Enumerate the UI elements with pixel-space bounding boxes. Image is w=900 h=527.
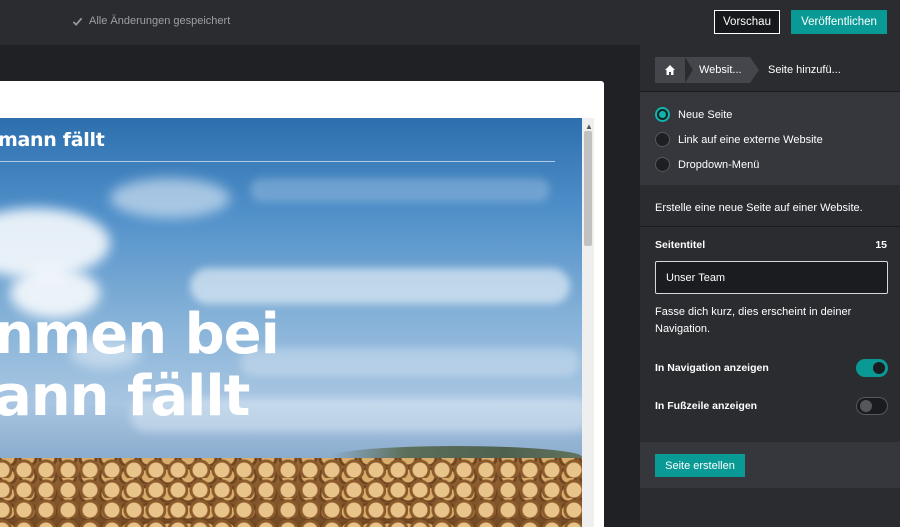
- hero-divider: [0, 161, 555, 162]
- footer-toggle-label: In Fußzeile anzeigen: [655, 400, 758, 412]
- character-counter: 15: [875, 239, 887, 251]
- woodpile-image: [0, 458, 582, 527]
- breadcrumb-current: Seite hinzufü...: [768, 64, 841, 76]
- show-in-navigation-toggle[interactable]: [856, 359, 888, 377]
- editor-canvas: mann fällt nmen bei ann fällt ▲: [0, 45, 640, 527]
- save-status: Alle Änderungen gespeichert: [72, 15, 230, 27]
- publish-button[interactable]: Veröffentlichen: [791, 10, 887, 34]
- page-title-label: Seitentitel: [655, 239, 706, 251]
- show-in-footer-toggle[interactable]: [856, 397, 888, 415]
- scroll-up-icon[interactable]: ▲: [585, 122, 593, 131]
- radio-dropdown-menu[interactable]: Dropdown-Menü: [655, 157, 759, 172]
- website-preview[interactable]: mann fällt nmen bei ann fällt ▲: [0, 81, 604, 527]
- divider: [640, 226, 900, 227]
- hero-site-title[interactable]: mann fällt: [0, 129, 105, 151]
- checkmark-icon: [72, 17, 83, 26]
- page-title-hint: Fasse dich kurz, dies erscheint in deine…: [655, 306, 852, 335]
- hero-section[interactable]: mann fällt nmen bei ann fällt: [0, 118, 582, 527]
- home-icon: [665, 65, 675, 75]
- breadcrumb: Websit... Seite hinzufü...: [640, 45, 900, 92]
- radio-label: Dropdown-Menü: [678, 158, 760, 171]
- hero-headline-line-2: ann fällt: [0, 364, 250, 429]
- top-bar: Alle Änderungen gespeichert Vorschau Ver…: [0, 0, 900, 45]
- nav-toggle-label: In Navigation anzeigen: [655, 362, 769, 374]
- radio-unselected-icon: [655, 132, 670, 147]
- page-title-input[interactable]: [655, 261, 888, 294]
- save-status-text: Alle Änderungen gespeichert: [89, 15, 231, 27]
- hero-headline[interactable]: nmen bei ann fällt: [0, 302, 280, 429]
- create-page-button[interactable]: Seite erstellen: [655, 454, 745, 477]
- preview-button[interactable]: Vorschau: [714, 10, 780, 34]
- radio-selected-icon: [655, 107, 670, 122]
- radio-label: Neue Seite: [678, 108, 733, 121]
- page-type-options: Neue Seite Link auf eine externe Website…: [640, 92, 900, 185]
- breadcrumb-home[interactable]: [655, 57, 685, 83]
- radio-unselected-icon: [655, 157, 670, 172]
- radio-label: Link auf eine externe Website: [678, 133, 823, 146]
- hero-headline-line-1: nmen bei: [0, 302, 280, 367]
- scroll-thumb[interactable]: [584, 131, 592, 246]
- page-type-description: Erstelle eine neue Seite auf einer Websi…: [655, 202, 863, 214]
- breadcrumb-website[interactable]: Websit...: [685, 57, 759, 83]
- panel-footer: Seite erstellen: [640, 442, 900, 488]
- radio-new-page[interactable]: Neue Seite: [655, 107, 732, 122]
- add-page-panel: Websit... Seite hinzufü... Neue Seite Li…: [640, 45, 900, 527]
- radio-external-link[interactable]: Link auf eine externe Website: [655, 132, 823, 147]
